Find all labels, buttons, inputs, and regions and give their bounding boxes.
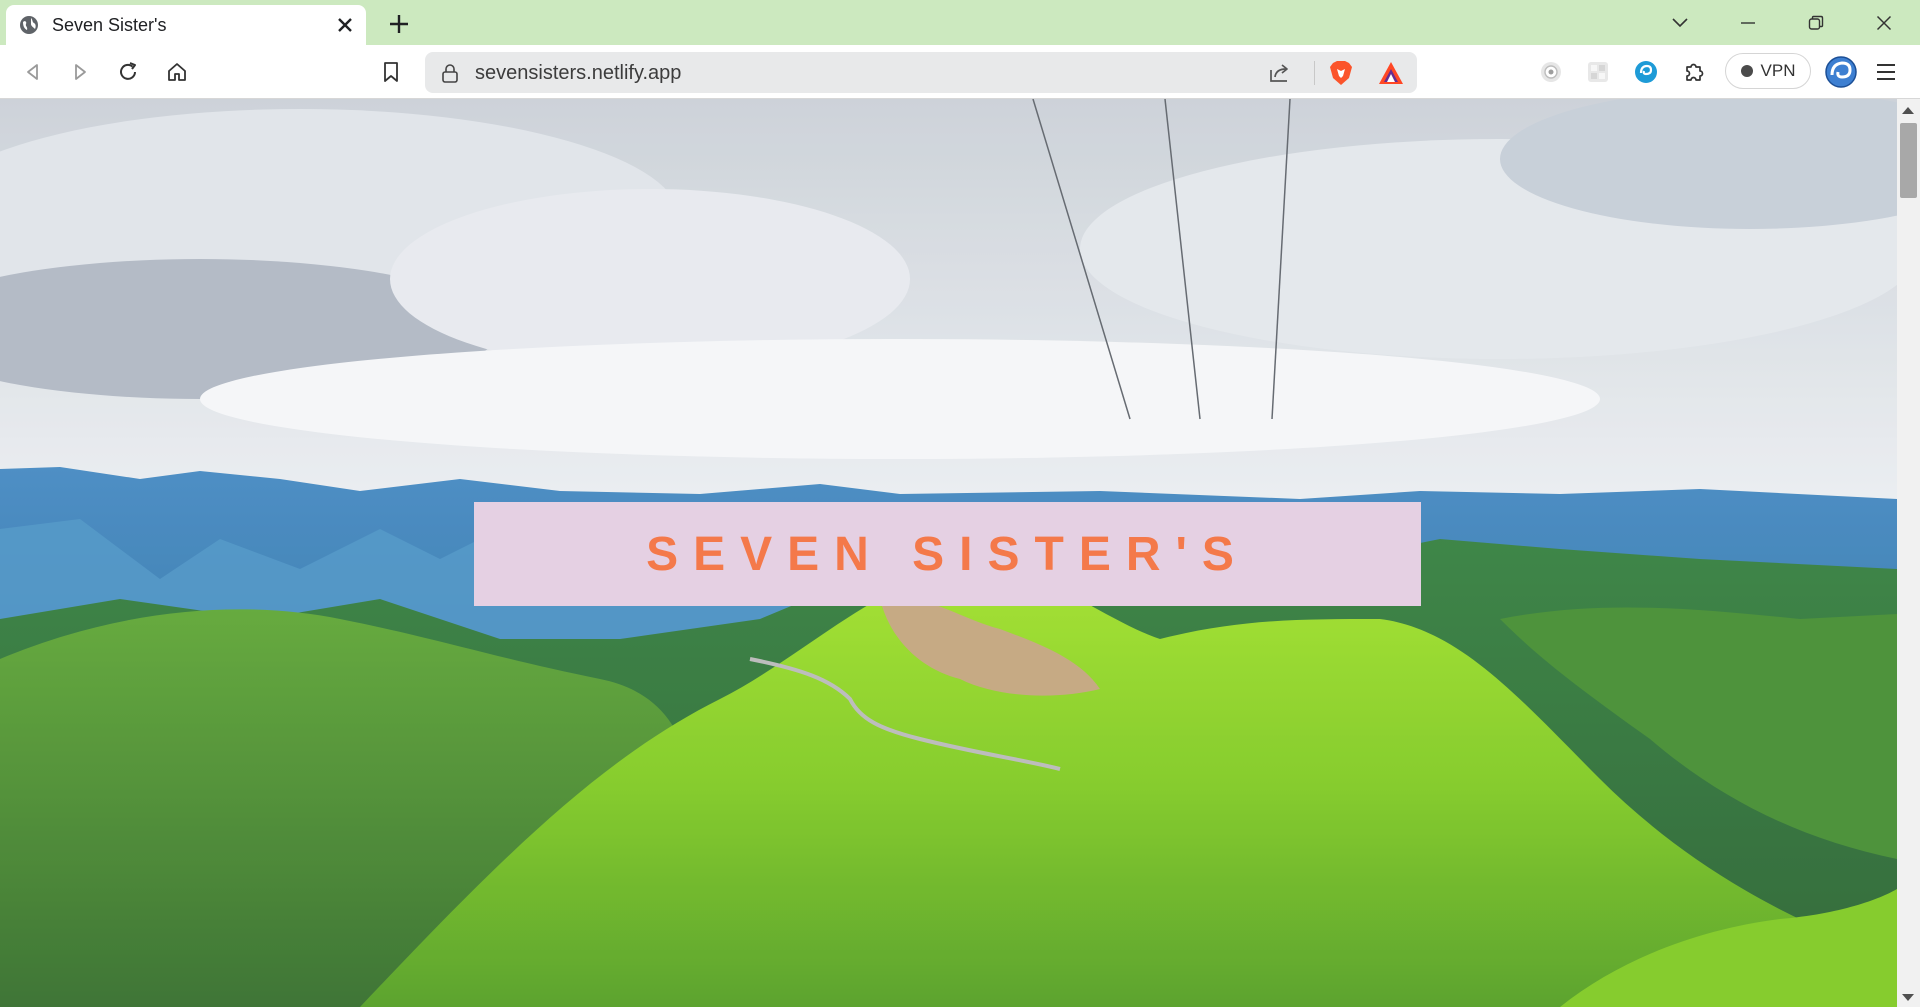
tab-title: Seven Sister's bbox=[52, 14, 167, 35]
url-text[interactable]: sevensisters.netlify.app bbox=[475, 62, 681, 85]
vpn-status-icon bbox=[1740, 65, 1753, 77]
site-title-banner: SEVEN SISTER'S bbox=[474, 502, 1421, 606]
camera-extension-icon[interactable] bbox=[1533, 54, 1569, 90]
address-bar[interactable]: sevensisters.netlify.app bbox=[425, 52, 1417, 93]
scroll-thumb[interactable] bbox=[1900, 123, 1917, 198]
back-arrow-icon[interactable] bbox=[15, 54, 51, 90]
globe-icon bbox=[18, 14, 40, 36]
bookmark-icon[interactable] bbox=[373, 54, 409, 90]
browser-toolbar: sevensisters.netlify.app VPN bbox=[0, 45, 1920, 99]
vpn-button[interactable]: VPN bbox=[1725, 53, 1811, 89]
share-icon[interactable] bbox=[1267, 60, 1293, 86]
active-tab[interactable]: Seven Sister's bbox=[6, 5, 366, 45]
vpn-label: VPN bbox=[1760, 61, 1796, 80]
bat-triangle-icon[interactable] bbox=[1377, 60, 1405, 86]
plus-icon[interactable] bbox=[382, 7, 416, 41]
hamburger-menu-icon[interactable] bbox=[1868, 54, 1904, 90]
vertical-scrollbar[interactable] bbox=[1897, 99, 1920, 1007]
forward-arrow-icon[interactable] bbox=[62, 54, 98, 90]
restore-icon[interactable] bbox=[1782, 0, 1850, 45]
reload-icon[interactable] bbox=[110, 54, 146, 90]
site-title: SEVEN SISTER'S bbox=[646, 527, 1249, 581]
page-viewport: SEVEN SISTER'S bbox=[0, 99, 1897, 1007]
address-bar-divider bbox=[1314, 61, 1315, 85]
home-icon[interactable] bbox=[159, 54, 195, 90]
puzzle-icon[interactable] bbox=[1676, 54, 1712, 90]
wallet-icon[interactable] bbox=[1821, 52, 1861, 92]
lock-icon[interactable] bbox=[439, 62, 461, 84]
swirl-extension-icon[interactable] bbox=[1628, 54, 1664, 90]
scroll-up-arrow-icon[interactable] bbox=[1902, 107, 1914, 114]
window-close-icon[interactable] bbox=[1850, 0, 1918, 45]
minimize-icon[interactable] bbox=[1714, 0, 1782, 45]
scroll-down-arrow-icon[interactable] bbox=[1902, 994, 1914, 1001]
close-icon[interactable] bbox=[330, 10, 360, 40]
brave-lion-icon[interactable] bbox=[1327, 59, 1355, 87]
title-bar: Seven Sister's bbox=[0, 0, 1920, 45]
grid-extension-icon[interactable] bbox=[1580, 54, 1616, 90]
chevron-down-icon[interactable] bbox=[1646, 0, 1714, 45]
